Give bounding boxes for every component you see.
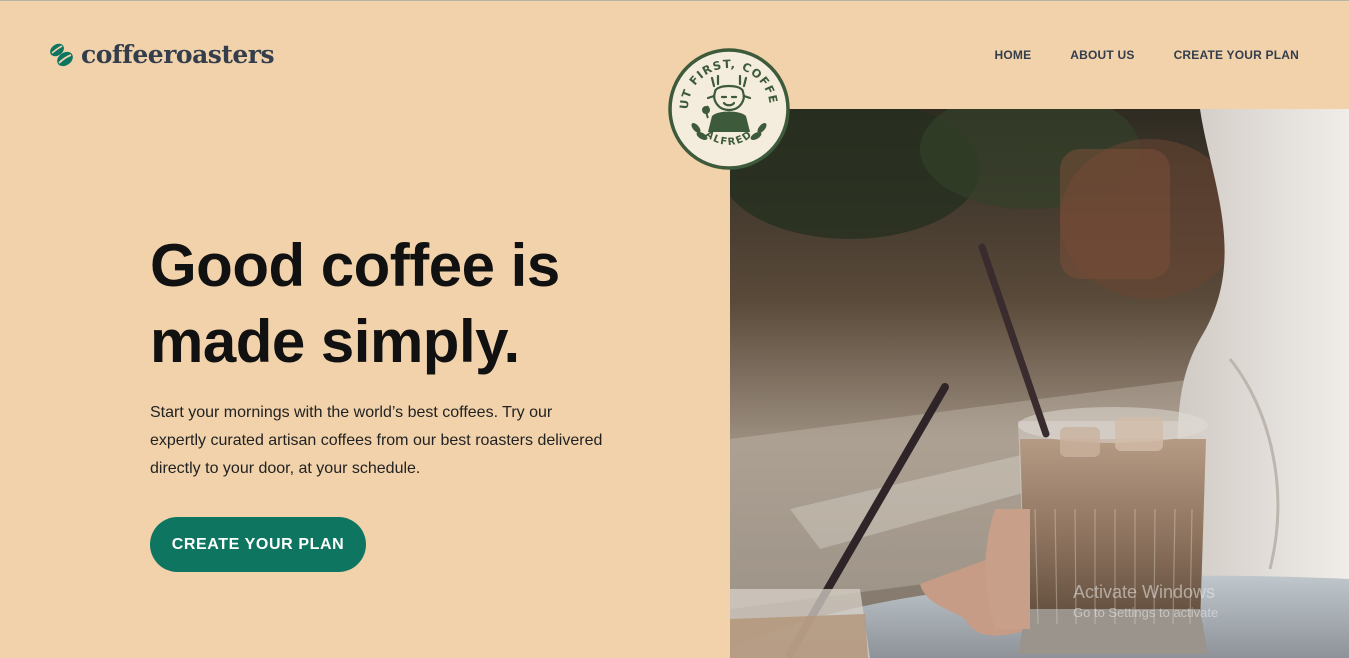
create-your-plan-button[interactable]: CREATE YOUR PLAN	[150, 517, 366, 572]
hero-image	[730, 109, 1349, 658]
nav-about-us[interactable]: ABOUT US	[1070, 48, 1134, 62]
hero-description: Start your mornings with the world’s bes…	[150, 399, 620, 483]
hero-description-line-3: directly to your door, at your schedule.	[150, 460, 421, 477]
nav-create-your-plan[interactable]: CREATE YOUR PLAN	[1174, 48, 1299, 62]
hero-description-line-2: expertly curated artisan coffees from ou…	[150, 432, 603, 449]
activate-windows-watermark: Activate Windows Go to Settings to activ…	[1073, 582, 1218, 620]
alfred-badge: BUT FIRST, COFFEE. ALFRED	[663, 37, 790, 170]
coffee-bean-icon	[50, 43, 73, 66]
nav-home[interactable]: HOME	[994, 48, 1031, 62]
hero-title-line-2: made simply.	[150, 308, 520, 375]
hero-title: Good coffee is made simply.	[150, 228, 670, 380]
hero-title-line-1: Good coffee is	[150, 232, 560, 299]
alfred-mascot-icon: BUT FIRST, COFFEE. ALFRED	[663, 37, 790, 170]
logo[interactable]: coffeeroasters	[49, 40, 275, 69]
hero-description-line-1: Start your mornings with the world’s bes…	[150, 404, 553, 421]
watermark-subtitle: Go to Settings to activate	[1073, 605, 1219, 620]
main-nav: HOME ABOUT US CREATE YOUR PLAN	[994, 48, 1299, 62]
watermark-title: Activate Windows	[1073, 582, 1216, 602]
window-top-border	[0, 0, 1349, 1]
brand-name: coffeeroasters	[81, 40, 275, 69]
